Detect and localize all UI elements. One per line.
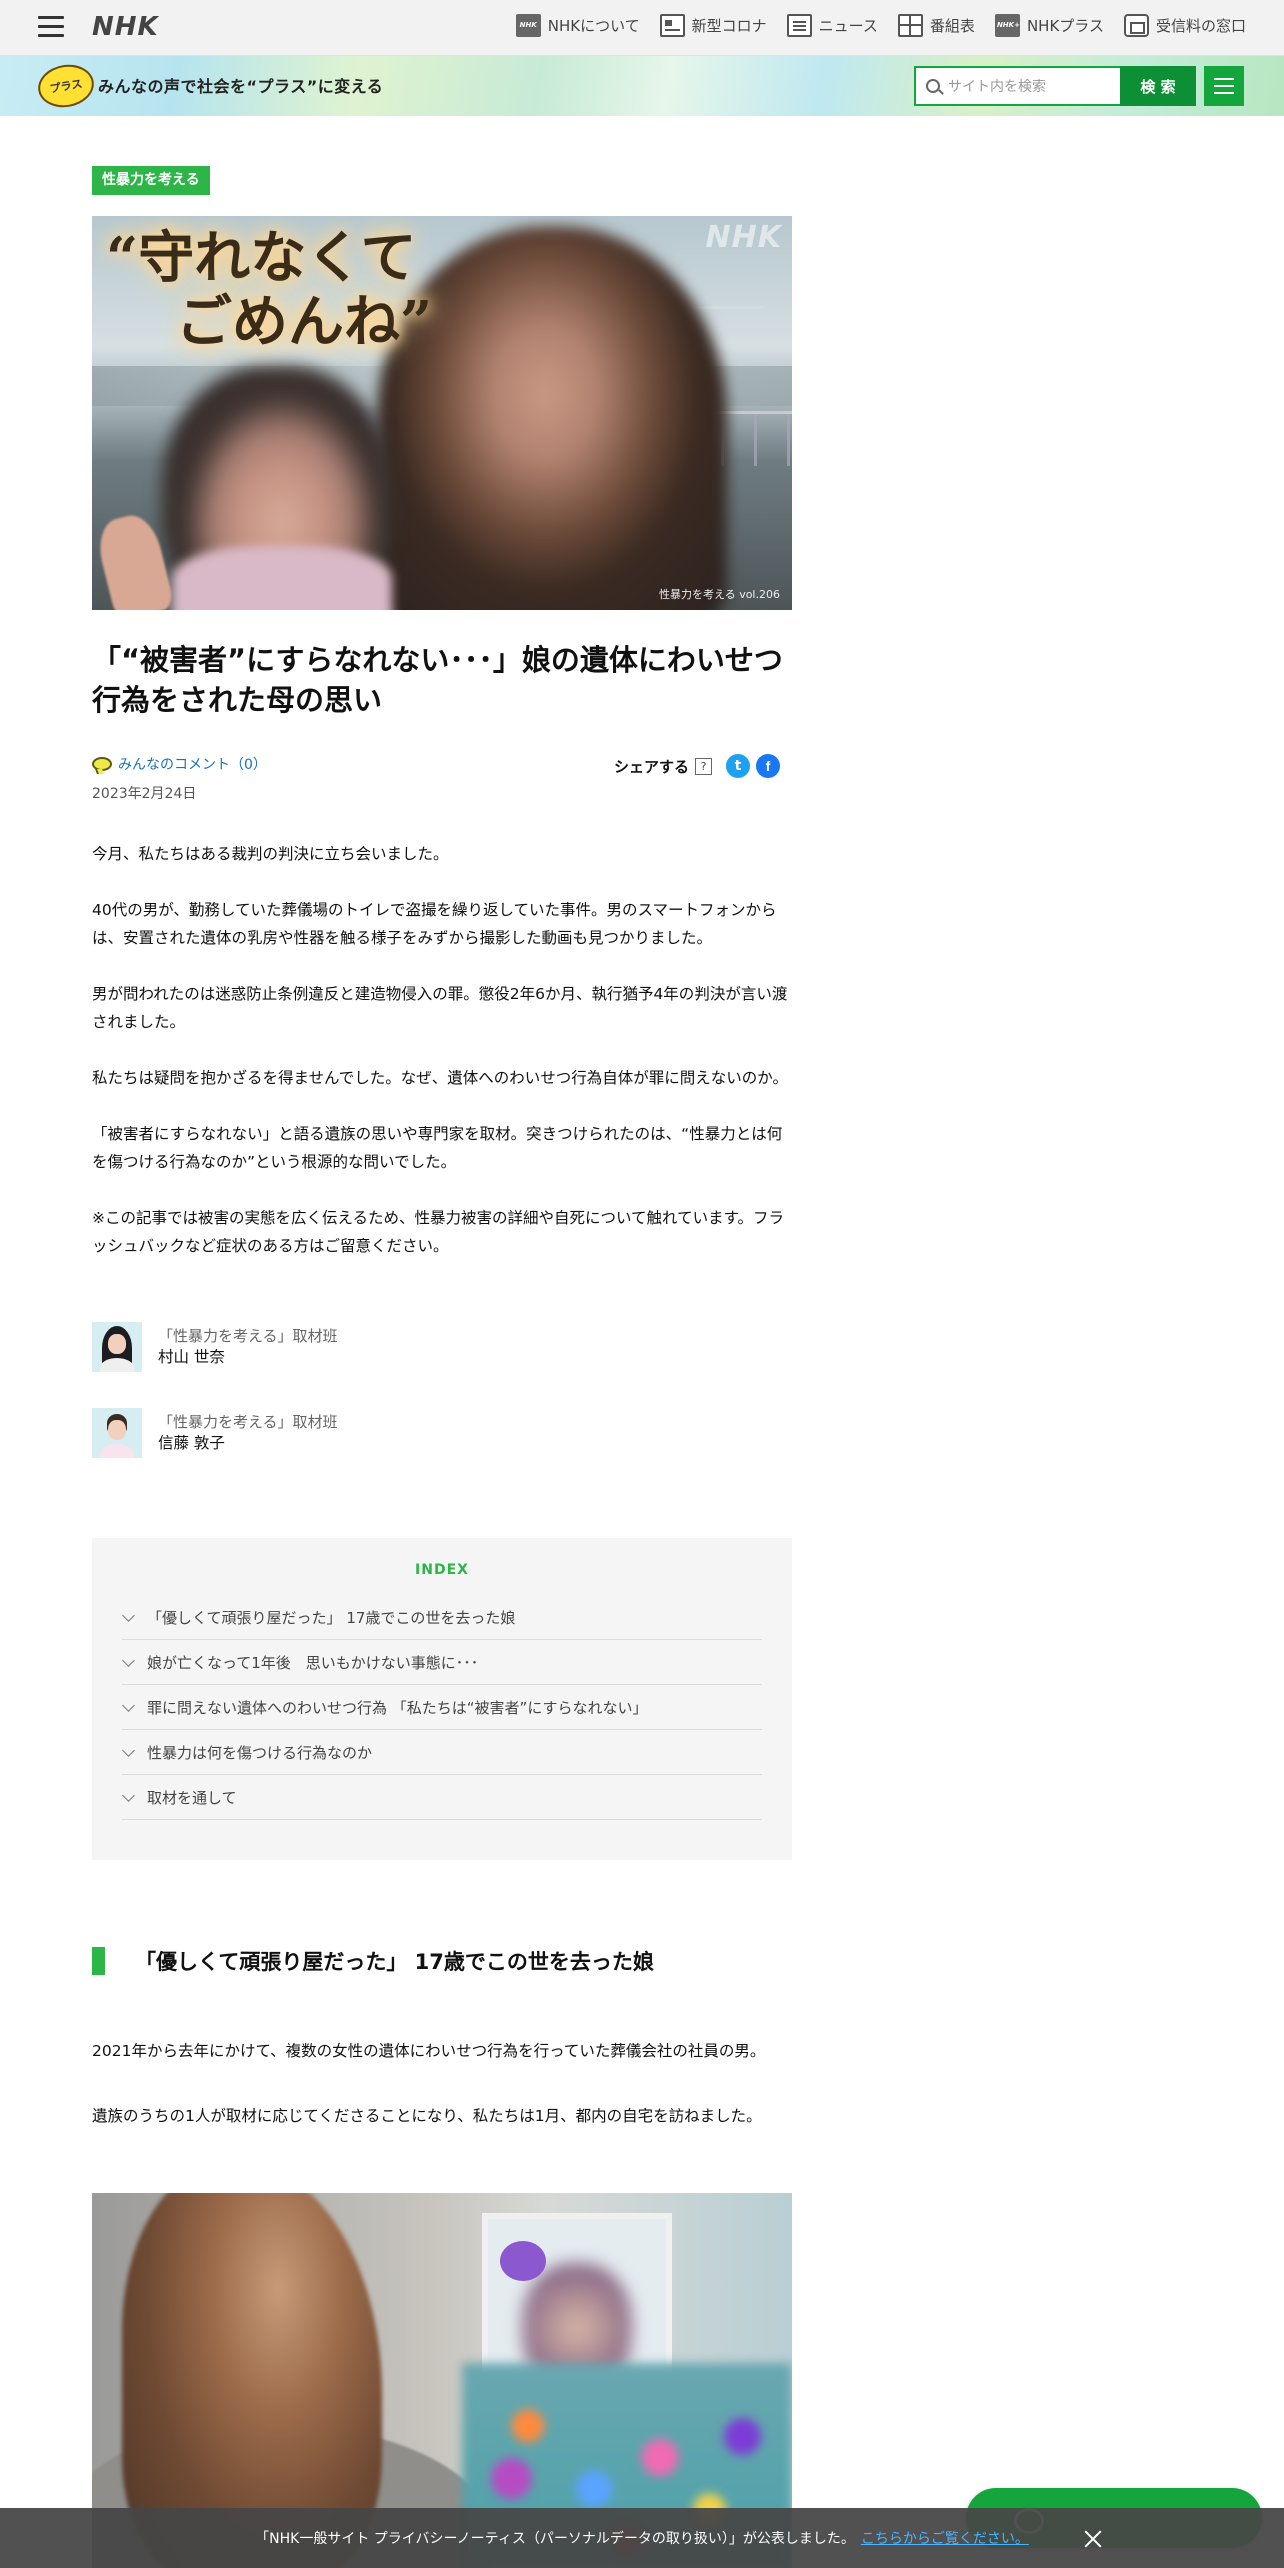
chevron-down-icon bbox=[122, 1653, 135, 1667]
index-item[interactable]: 取材を通して bbox=[122, 1775, 762, 1820]
body-paragraph: 遺族のうちの1人が取材に応じてくださることになり、私たちは1月、都内の自宅を訪ね… bbox=[92, 2107, 762, 2125]
lead-paragraph: ※この記事では被害の実態を広く伝えるため、性暴力被害の詳細や自死について触れてい… bbox=[92, 1209, 785, 1255]
article-title: 「“被害者”にすらなれない･･･」娘の遺体にわいせつ行為をされた母の思い bbox=[92, 643, 783, 717]
lead-paragraph: 40代の男が、勤務していた葬儀場のトイレで盗撮を繰り返していた事件。男のスマート… bbox=[92, 901, 777, 947]
nhk-watermark: NHK bbox=[705, 220, 782, 255]
top-nav: NHK NHKについて 新型コロナ ニュース 番組表 NHK+ NHKプラス 受… bbox=[515, 14, 1246, 37]
author-team: 「性暴力を考える」取材班 bbox=[158, 1413, 338, 1431]
category-badge[interactable]: 性暴力を考える bbox=[92, 166, 210, 195]
index-title: INDEX bbox=[415, 1562, 469, 1578]
twitter-share-icon[interactable]: t bbox=[726, 754, 751, 778]
author-avatar bbox=[92, 1322, 142, 1372]
license-fee-icon bbox=[1123, 14, 1149, 37]
hero-image: “守れなくて ごめんね” NHK 性暴力を考える vol.206 bbox=[92, 216, 792, 610]
section-marker bbox=[92, 1947, 105, 1975]
author-avatar bbox=[92, 1408, 142, 1458]
lead-paragraph: 私たちは疑問を抱かざるを得ませんでした。なぜ、遺体へのわいせつ行為自体が罪に問え… bbox=[92, 1069, 788, 1087]
share-help-icon[interactable]: ? bbox=[695, 757, 713, 775]
lead-paragraph: 男が問われたのは迷惑防止条例違反と建造物侵入の罪。懲役2年6か月、執行猶予4年の… bbox=[92, 985, 788, 1031]
article-lead: 今月、私たちはある裁判の判決に立ち会いました。 40代の男が、勤務していた葬儀場… bbox=[92, 840, 792, 1288]
chevron-down-icon bbox=[122, 1788, 135, 1802]
program-guide-icon bbox=[897, 14, 923, 37]
hamburger-menu-icon[interactable] bbox=[38, 16, 64, 38]
nav-item-corona[interactable]: 新型コロナ bbox=[659, 14, 767, 37]
author-name: 村山 世奈 bbox=[158, 1348, 225, 1366]
banner-tagline: みんなの声で社会を“プラス”に変える bbox=[98, 77, 384, 96]
post-date: 2023年2月24日 bbox=[92, 786, 197, 802]
nav-item-license-fee[interactable]: 受信料の窓口 bbox=[1123, 14, 1246, 37]
facebook-share-icon[interactable]: f bbox=[756, 754, 781, 778]
hero-quote: “守れなくて ごめんね” bbox=[106, 225, 433, 355]
top-header: NHK NHK NHKについて 新型コロナ ニュース 番組表 NHK+ NHKプ… bbox=[0, 0, 1284, 56]
nav-label: 新型コロナ bbox=[691, 17, 767, 35]
nhk-plus-icon: NHK+ bbox=[994, 14, 1020, 37]
author-card[interactable]: 「性暴力を考える」取材班 信藤 敦子 bbox=[92, 1408, 338, 1458]
index-item[interactable]: 性暴力は何を傷つける行為なのか bbox=[122, 1730, 762, 1775]
nav-label: 受信料の窓口 bbox=[1155, 17, 1246, 35]
privacy-link[interactable]: こちらからご覧ください。 bbox=[861, 2528, 1029, 2548]
nav-label: 番組表 bbox=[929, 17, 975, 35]
privacy-text: 「NHK一般サイト プライバシーノーティス（パーソナルデータの取り扱い）」が公表… bbox=[255, 2531, 855, 2547]
hero-caption: 性暴力を考える vol.206 bbox=[659, 588, 780, 601]
search-icon bbox=[926, 79, 940, 93]
section-heading: 「優しくて頑張り屋だった」 17歳でこの世を去った娘 bbox=[92, 1946, 654, 1976]
share-label: シェアする bbox=[614, 757, 690, 776]
nav-label: ニュース bbox=[818, 17, 878, 35]
plus-logo[interactable]: プラス bbox=[34, 60, 98, 112]
author-team: 「性暴力を考える」取材班 bbox=[158, 1327, 338, 1345]
nav-item-about-nhk[interactable]: NHK NHKについて bbox=[515, 14, 640, 37]
share-bar: シェアする ? t f bbox=[614, 754, 781, 778]
lead-paragraph: 今月、私たちはある裁判の判決に立ち会いました。 bbox=[92, 845, 449, 863]
index-item[interactable]: 娘が亡くなって1年後 思いもかけない事態に･･･ bbox=[122, 1640, 762, 1685]
search-button[interactable]: 検 索 bbox=[1120, 66, 1196, 106]
comments-link[interactable]: みんなのコメント（0） bbox=[92, 754, 267, 774]
nhk-logo[interactable]: NHK bbox=[92, 12, 159, 42]
nhk-icon: NHK bbox=[515, 14, 541, 37]
body-paragraph: 2021年から去年にかけて、複数の女性の遺体にわいせつ行為を行っていた葬儀会社の… bbox=[92, 2042, 766, 2060]
section-title: 「優しくて頑張り屋だった」 17歳でこの世を去った娘 bbox=[135, 1950, 654, 1974]
nav-label: NHKについて bbox=[547, 17, 640, 35]
author-name: 信藤 敦子 bbox=[158, 1434, 225, 1452]
index-list: 「優しくて頑張り屋だった」 17歳でこの世を去った娘 娘が亡くなって1年後 思い… bbox=[122, 1595, 762, 1820]
nav-item-news[interactable]: ニュース bbox=[786, 14, 878, 37]
nav-item-nhk-plus[interactable]: NHK+ NHKプラス bbox=[994, 14, 1104, 37]
chevron-down-icon bbox=[122, 1743, 135, 1757]
comment-bubble-icon bbox=[92, 757, 112, 771]
nav-label: NHKプラス bbox=[1026, 17, 1104, 35]
privacy-notice-bar: 「NHK一般サイト プライバシーノーティス（パーソナルデータの取り扱い）」が公表… bbox=[0, 2508, 1284, 2568]
author-card[interactable]: 「性暴力を考える」取材班 村山 世奈 bbox=[92, 1322, 338, 1372]
lead-paragraph: 「被害者にすらなれない」と語る遺族の思いや専門家を取材。突きつけられたのは、“性… bbox=[92, 1125, 783, 1171]
banner-menu-button[interactable] bbox=[1204, 66, 1244, 106]
search-input[interactable] bbox=[948, 78, 1108, 94]
close-icon[interactable] bbox=[1082, 2528, 1104, 2550]
index-item[interactable]: 罪に問えない遺体へのわいせつ行為 「私たちは“被害者”にすらなれない」 bbox=[122, 1685, 762, 1730]
search-box bbox=[914, 66, 1120, 106]
chevron-down-icon bbox=[122, 1608, 135, 1622]
plus-banner: プラス みんなの声で社会を“プラス”に変える 検 索 bbox=[0, 56, 1284, 116]
news-icon bbox=[786, 14, 812, 37]
table-of-contents: INDEX 「優しくて頑張り屋だった」 17歳でこの世を去った娘 娘が亡くなって… bbox=[92, 1538, 792, 1860]
corona-icon bbox=[659, 14, 685, 37]
chevron-down-icon bbox=[122, 1698, 135, 1712]
nav-item-program-guide[interactable]: 番組表 bbox=[897, 14, 975, 37]
index-item[interactable]: 「優しくて頑張り屋だった」 17歳でこの世を去った娘 bbox=[122, 1595, 762, 1640]
